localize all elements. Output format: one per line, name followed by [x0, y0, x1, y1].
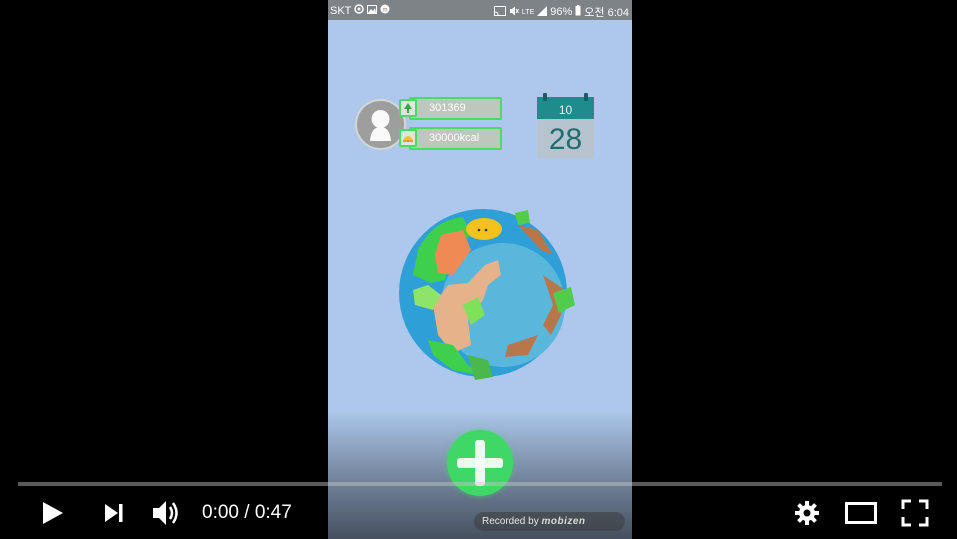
next-button[interactable]: [103, 502, 125, 529]
app-notification-icon: [354, 4, 365, 17]
current-time: 0:00: [202, 502, 239, 523]
settings-button[interactable]: [793, 499, 821, 532]
gallery-icon: [367, 4, 378, 17]
calendar-month: 10: [558, 103, 573, 117]
calendar-ring-left: [543, 93, 547, 101]
battery-label: 96%: [550, 6, 573, 18]
calendar-ring-right: [584, 93, 588, 101]
play-button[interactable]: [40, 500, 66, 531]
recorder-watermark: Recorded by mobizen: [474, 512, 625, 531]
steps-value: 301369: [429, 102, 466, 114]
recorded-by-label: Recorded by: [482, 516, 539, 527]
play-icon: [43, 502, 63, 524]
lte-label: LTE: [521, 8, 535, 16]
fullscreen-button[interactable]: [901, 499, 929, 532]
theater-mode-button[interactable]: [845, 502, 877, 529]
skip-next-icon: [105, 504, 123, 522]
mute-icon: [509, 6, 519, 19]
tree-icon: [399, 99, 417, 117]
mobizen-logo: mobizen: [541, 516, 586, 527]
fullscreen-icon: [901, 499, 929, 527]
theater-icon: [845, 502, 877, 524]
battery-icon: [575, 5, 581, 19]
status-bar: SKT m LTE 96% 오전 6:04: [328, 0, 632, 20]
steps-stat: 301369: [399, 97, 502, 122]
phone-screen: SKT m LTE 96% 오전 6:04 301369 30000kcal 1…: [328, 0, 632, 539]
total-time: 0:47: [254, 502, 292, 523]
calendar-day: 28: [548, 123, 583, 156]
time-display: 0:00 / 0:47: [202, 502, 292, 524]
kcal-value: 30000kcal: [429, 132, 480, 144]
clock-label: 오전 6:04: [584, 7, 629, 19]
kcal-stat: 30000kcal: [399, 127, 502, 152]
food-icon: [399, 129, 417, 147]
volume-icon: [153, 501, 178, 525]
cast-icon: [493, 5, 506, 19]
planet-illustration[interactable]: [393, 205, 588, 385]
user-silhouette-icon: [370, 110, 391, 141]
plus-icon: [457, 440, 503, 486]
progress-bar[interactable]: [18, 482, 942, 486]
signal-icon: [537, 5, 548, 19]
add-button[interactable]: [447, 430, 513, 496]
time-separator: /: [238, 502, 255, 523]
volume-button[interactable]: [151, 498, 183, 533]
gear-icon: [795, 501, 819, 525]
carrier-label: SKT: [330, 4, 352, 17]
calendar-widget[interactable]: 10 28: [537, 93, 594, 158]
svg-text:m: m: [383, 8, 388, 14]
messenger-icon: m: [380, 4, 390, 17]
